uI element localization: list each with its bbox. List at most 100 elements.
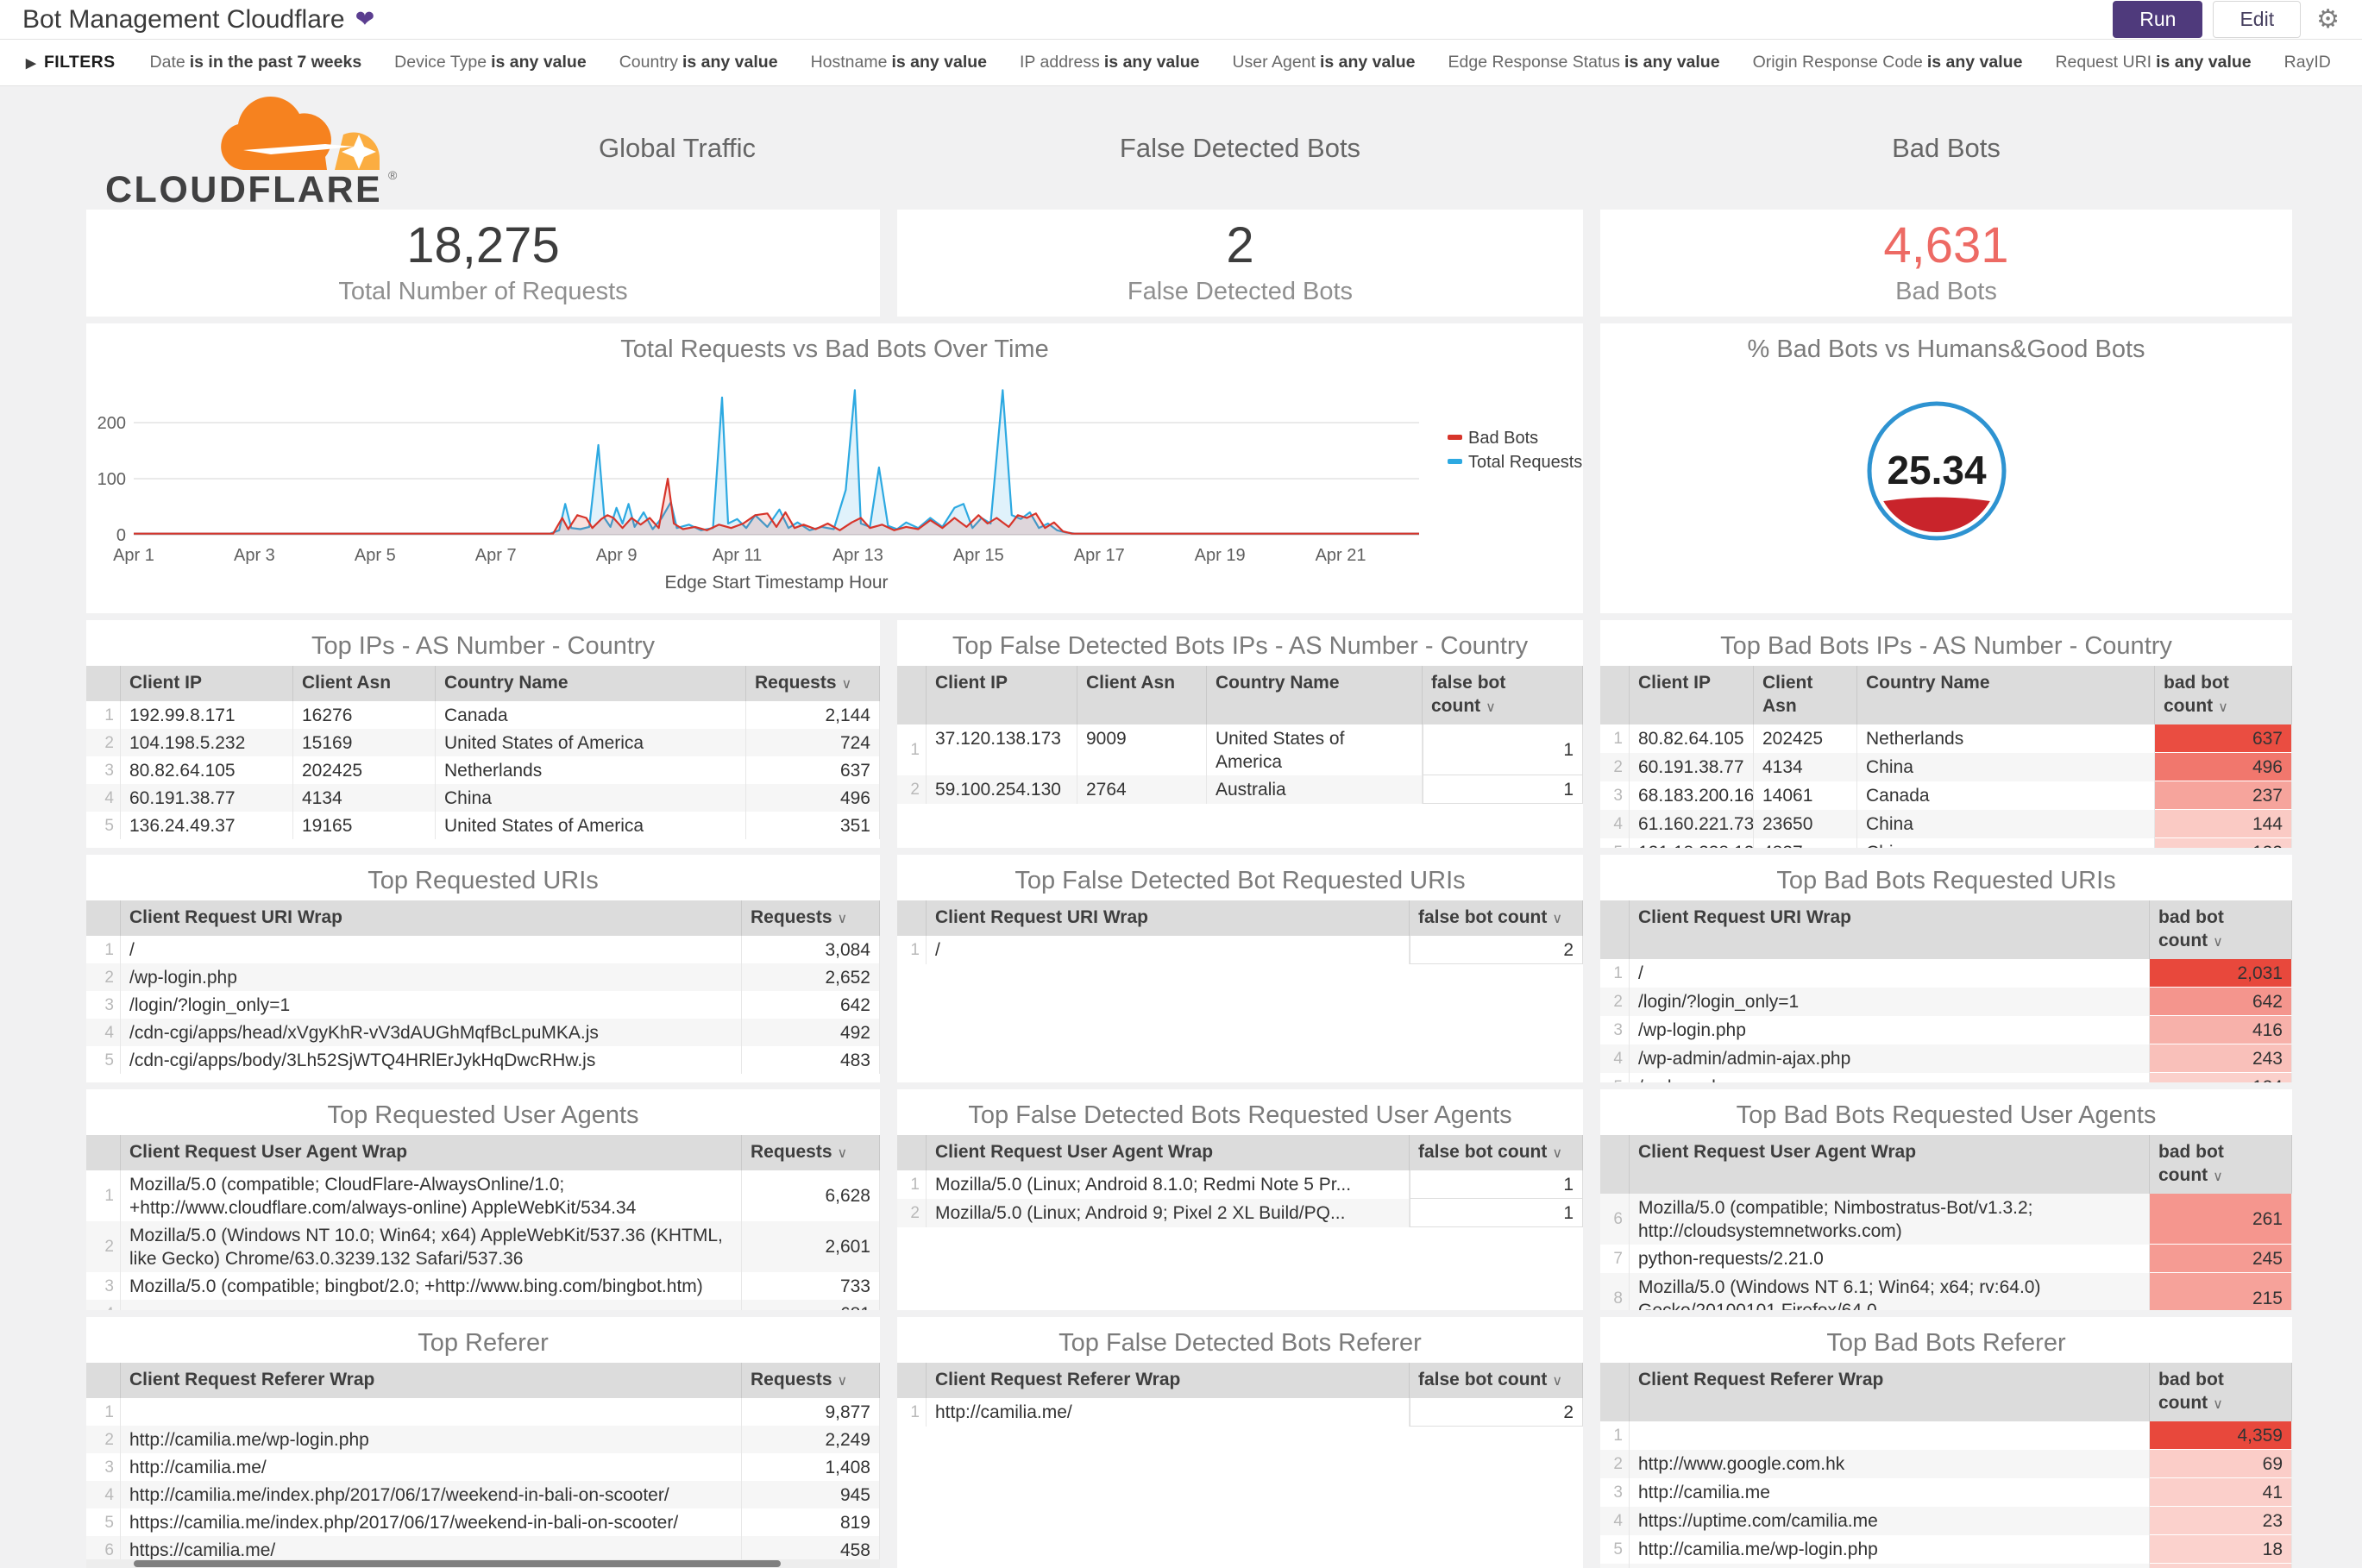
- table-cell[interactable]: 2,144: [746, 701, 880, 729]
- table-cell[interactable]: 61.160.221.73: [1630, 810, 1754, 838]
- table-cell[interactable]: 416: [2150, 1016, 2292, 1044]
- column-header[interactable]: Client IP: [1630, 666, 1754, 724]
- table-cell[interactable]: https://camilia.me/index.php/2017/06/17/…: [121, 1508, 742, 1536]
- table-cell[interactable]: 9,877: [742, 1398, 880, 1426]
- table-cell[interactable]: Mozilla/5.0 (compatible; CloudFlare-Alwa…: [121, 1170, 742, 1221]
- column-header[interactable]: Client IP: [927, 666, 1077, 724]
- table-cell[interactable]: 2,249: [742, 1426, 880, 1453]
- column-header[interactable]: Client Request URI Wrap: [927, 900, 1410, 936]
- table-cell[interactable]: /wp-login.php: [121, 963, 742, 991]
- column-header[interactable]: Requests ∨: [746, 666, 880, 701]
- table-cell[interactable]: 80.82.64.105: [1630, 724, 1754, 753]
- filters-toggle[interactable]: ▶ FILTERS: [26, 53, 116, 72]
- column-header[interactable]: Client Asn: [1754, 666, 1857, 724]
- table-cell[interactable]: 9009: [1077, 724, 1207, 775]
- table-cell[interactable]: 60.191.38.77: [1630, 753, 1754, 781]
- table-cell[interactable]: 144: [2155, 810, 2292, 838]
- run-button[interactable]: Run: [2113, 1, 2203, 38]
- table-cell[interactable]: 6,628: [742, 1170, 880, 1221]
- column-header[interactable]: Client Request User Agent Wrap: [121, 1135, 742, 1170]
- table-cell[interactable]: 59.100.254.130: [927, 775, 1077, 804]
- table-cell[interactable]: https://uptime.com/camilia.me: [1630, 1507, 2150, 1535]
- table-cell[interactable]: 18: [2150, 1535, 2292, 1564]
- filter-country[interactable]: Country is any value: [619, 53, 778, 72]
- timeseries-chart[interactable]: 0 100 200 Apr 1 Apr 3 Apr 5 Apr 7 Apr 9 Apr 11 Ap…: [86, 364, 1583, 613]
- table-cell[interactable]: China: [1857, 810, 2155, 838]
- table-cell[interactable]: http://camilia.me/wp-login.php: [1630, 1535, 2150, 1564]
- table-cell[interactable]: Netherlands: [1857, 724, 2155, 753]
- column-header[interactable]: false bot count ∨: [1423, 666, 1583, 724]
- table-cell[interactable]: http://camilia.me/wp-login.php: [121, 1426, 742, 1453]
- table-cell[interactable]: 215: [2150, 1273, 2292, 1310]
- table-cell[interactable]: 1: [1410, 1170, 1583, 1199]
- table-cell[interactable]: China: [436, 784, 746, 812]
- table-cell[interactable]: /wp-admin/admin-ajax.php: [1630, 1044, 2150, 1073]
- table-cell[interactable]: 104.198.5.232: [121, 729, 293, 756]
- table-cell[interactable]: Canada: [1857, 781, 2155, 810]
- table-cell[interactable]: 261: [2150, 1194, 2292, 1245]
- table-cell[interactable]: Mozilla/5.0 (Linux; Android 8.1.0; Redmi…: [927, 1170, 1410, 1199]
- table-cell[interactable]: 124: [2150, 1073, 2292, 1082]
- table-cell[interactable]: Mozilla/5.0 (Linux; Android 9; Pixel 2 X…: [927, 1199, 1410, 1227]
- table-cell[interactable]: 4134: [293, 784, 436, 812]
- table-cell[interactable]: 202425: [1754, 724, 1857, 753]
- table-cell[interactable]: 492: [742, 1019, 880, 1046]
- column-header[interactable]: Requests ∨: [742, 900, 880, 936]
- table-cell[interactable]: 15169: [293, 729, 436, 756]
- table-cell[interactable]: 245: [2150, 1245, 2292, 1273]
- table-cell[interactable]: 733: [742, 1272, 880, 1300]
- gear-icon[interactable]: ⚙: [2316, 4, 2340, 34]
- column-header[interactable]: Requests ∨: [742, 1363, 880, 1398]
- table-cell[interactable]: [1630, 1421, 2150, 1450]
- column-header[interactable]: Client Request Referer Wrap: [1630, 1363, 2150, 1421]
- horizontal-scrollbar[interactable]: [86, 1559, 880, 1568]
- table-cell[interactable]: /: [1630, 959, 2150, 988]
- column-header[interactable]: Client IP: [121, 666, 293, 701]
- table-cell[interactable]: China: [1857, 753, 2155, 781]
- table-cell[interactable]: 3,084: [742, 936, 880, 963]
- table-cell[interactable]: 483: [742, 1046, 880, 1074]
- table-cell[interactable]: 4,359: [2150, 1421, 2292, 1450]
- table-cell[interactable]: 2,031: [2150, 959, 2292, 988]
- table-cell[interactable]: /cdn-cgi/apps/head/xVgyKhR-vV3dAUGhMqfBc…: [121, 1019, 742, 1046]
- table-cell[interactable]: /: [927, 936, 1410, 964]
- table-cell[interactable]: /: [121, 936, 742, 963]
- table-cell[interactable]: 80.82.64.105: [121, 756, 293, 784]
- table-cell[interactable]: http://camilia.me/: [121, 1453, 742, 1481]
- table-cell[interactable]: 121.18.238.123: [1630, 838, 1754, 848]
- column-header[interactable]: Country Name: [1857, 666, 2155, 724]
- table-cell[interactable]: 23650: [1754, 810, 1857, 838]
- table-cell[interactable]: Australia: [1207, 775, 1423, 804]
- filter-rayid[interactable]: RayIDis any value: [2284, 53, 2336, 72]
- filter-request-uri[interactable]: Request URI is any value: [2055, 53, 2251, 72]
- table-cell[interactable]: Mozilla/5.0 (compatible; bingbot/2.0; +h…: [121, 1272, 742, 1300]
- table-cell[interactable]: 637: [746, 756, 880, 784]
- table-cell[interactable]: 2,601: [742, 1221, 880, 1272]
- table-cell[interactable]: 136.24.49.37: [121, 812, 293, 839]
- table-cell[interactable]: 945: [742, 1481, 880, 1508]
- table-cell[interactable]: 642: [2150, 988, 2292, 1016]
- column-header[interactable]: Client Request Referer Wrap: [927, 1363, 1410, 1398]
- table-cell[interactable]: 2764: [1077, 775, 1207, 804]
- table-cell[interactable]: 642: [742, 991, 880, 1019]
- filter-user-agent[interactable]: User Agent is any value: [1232, 53, 1415, 72]
- table-cell[interactable]: 202425: [293, 756, 436, 784]
- column-header[interactable]: bad bot count ∨: [2155, 666, 2292, 724]
- table-cell[interactable]: 41: [2150, 1478, 2292, 1507]
- column-header[interactable]: Client Asn: [293, 666, 436, 701]
- table-cell[interactable]: 14061: [1754, 781, 1857, 810]
- table-cell[interactable]: 681: [742, 1300, 880, 1310]
- table-cell[interactable]: 637: [2155, 724, 2292, 753]
- table-cell[interactable]: 16276: [293, 701, 436, 729]
- filter-hostname[interactable]: Hostname is any value: [811, 53, 987, 72]
- table-cell[interactable]: 192.99.8.171: [121, 701, 293, 729]
- column-header[interactable]: false bot count ∨: [1410, 1363, 1583, 1398]
- table-cell[interactable]: Mozilla/5.0 (Windows NT 6.1; Win64; x64;…: [1630, 1273, 2150, 1310]
- table-cell[interactable]: python-requests/2.21.0: [1630, 1245, 2150, 1273]
- table-cell[interactable]: 496: [746, 784, 880, 812]
- table-cell[interactable]: 496: [2155, 753, 2292, 781]
- table-cell[interactable]: 237: [2155, 781, 2292, 810]
- table-cell[interactable]: 2,652: [742, 963, 880, 991]
- table-cell[interactable]: 351: [746, 812, 880, 839]
- table-cell[interactable]: http://camilia.me: [1630, 1478, 2150, 1507]
